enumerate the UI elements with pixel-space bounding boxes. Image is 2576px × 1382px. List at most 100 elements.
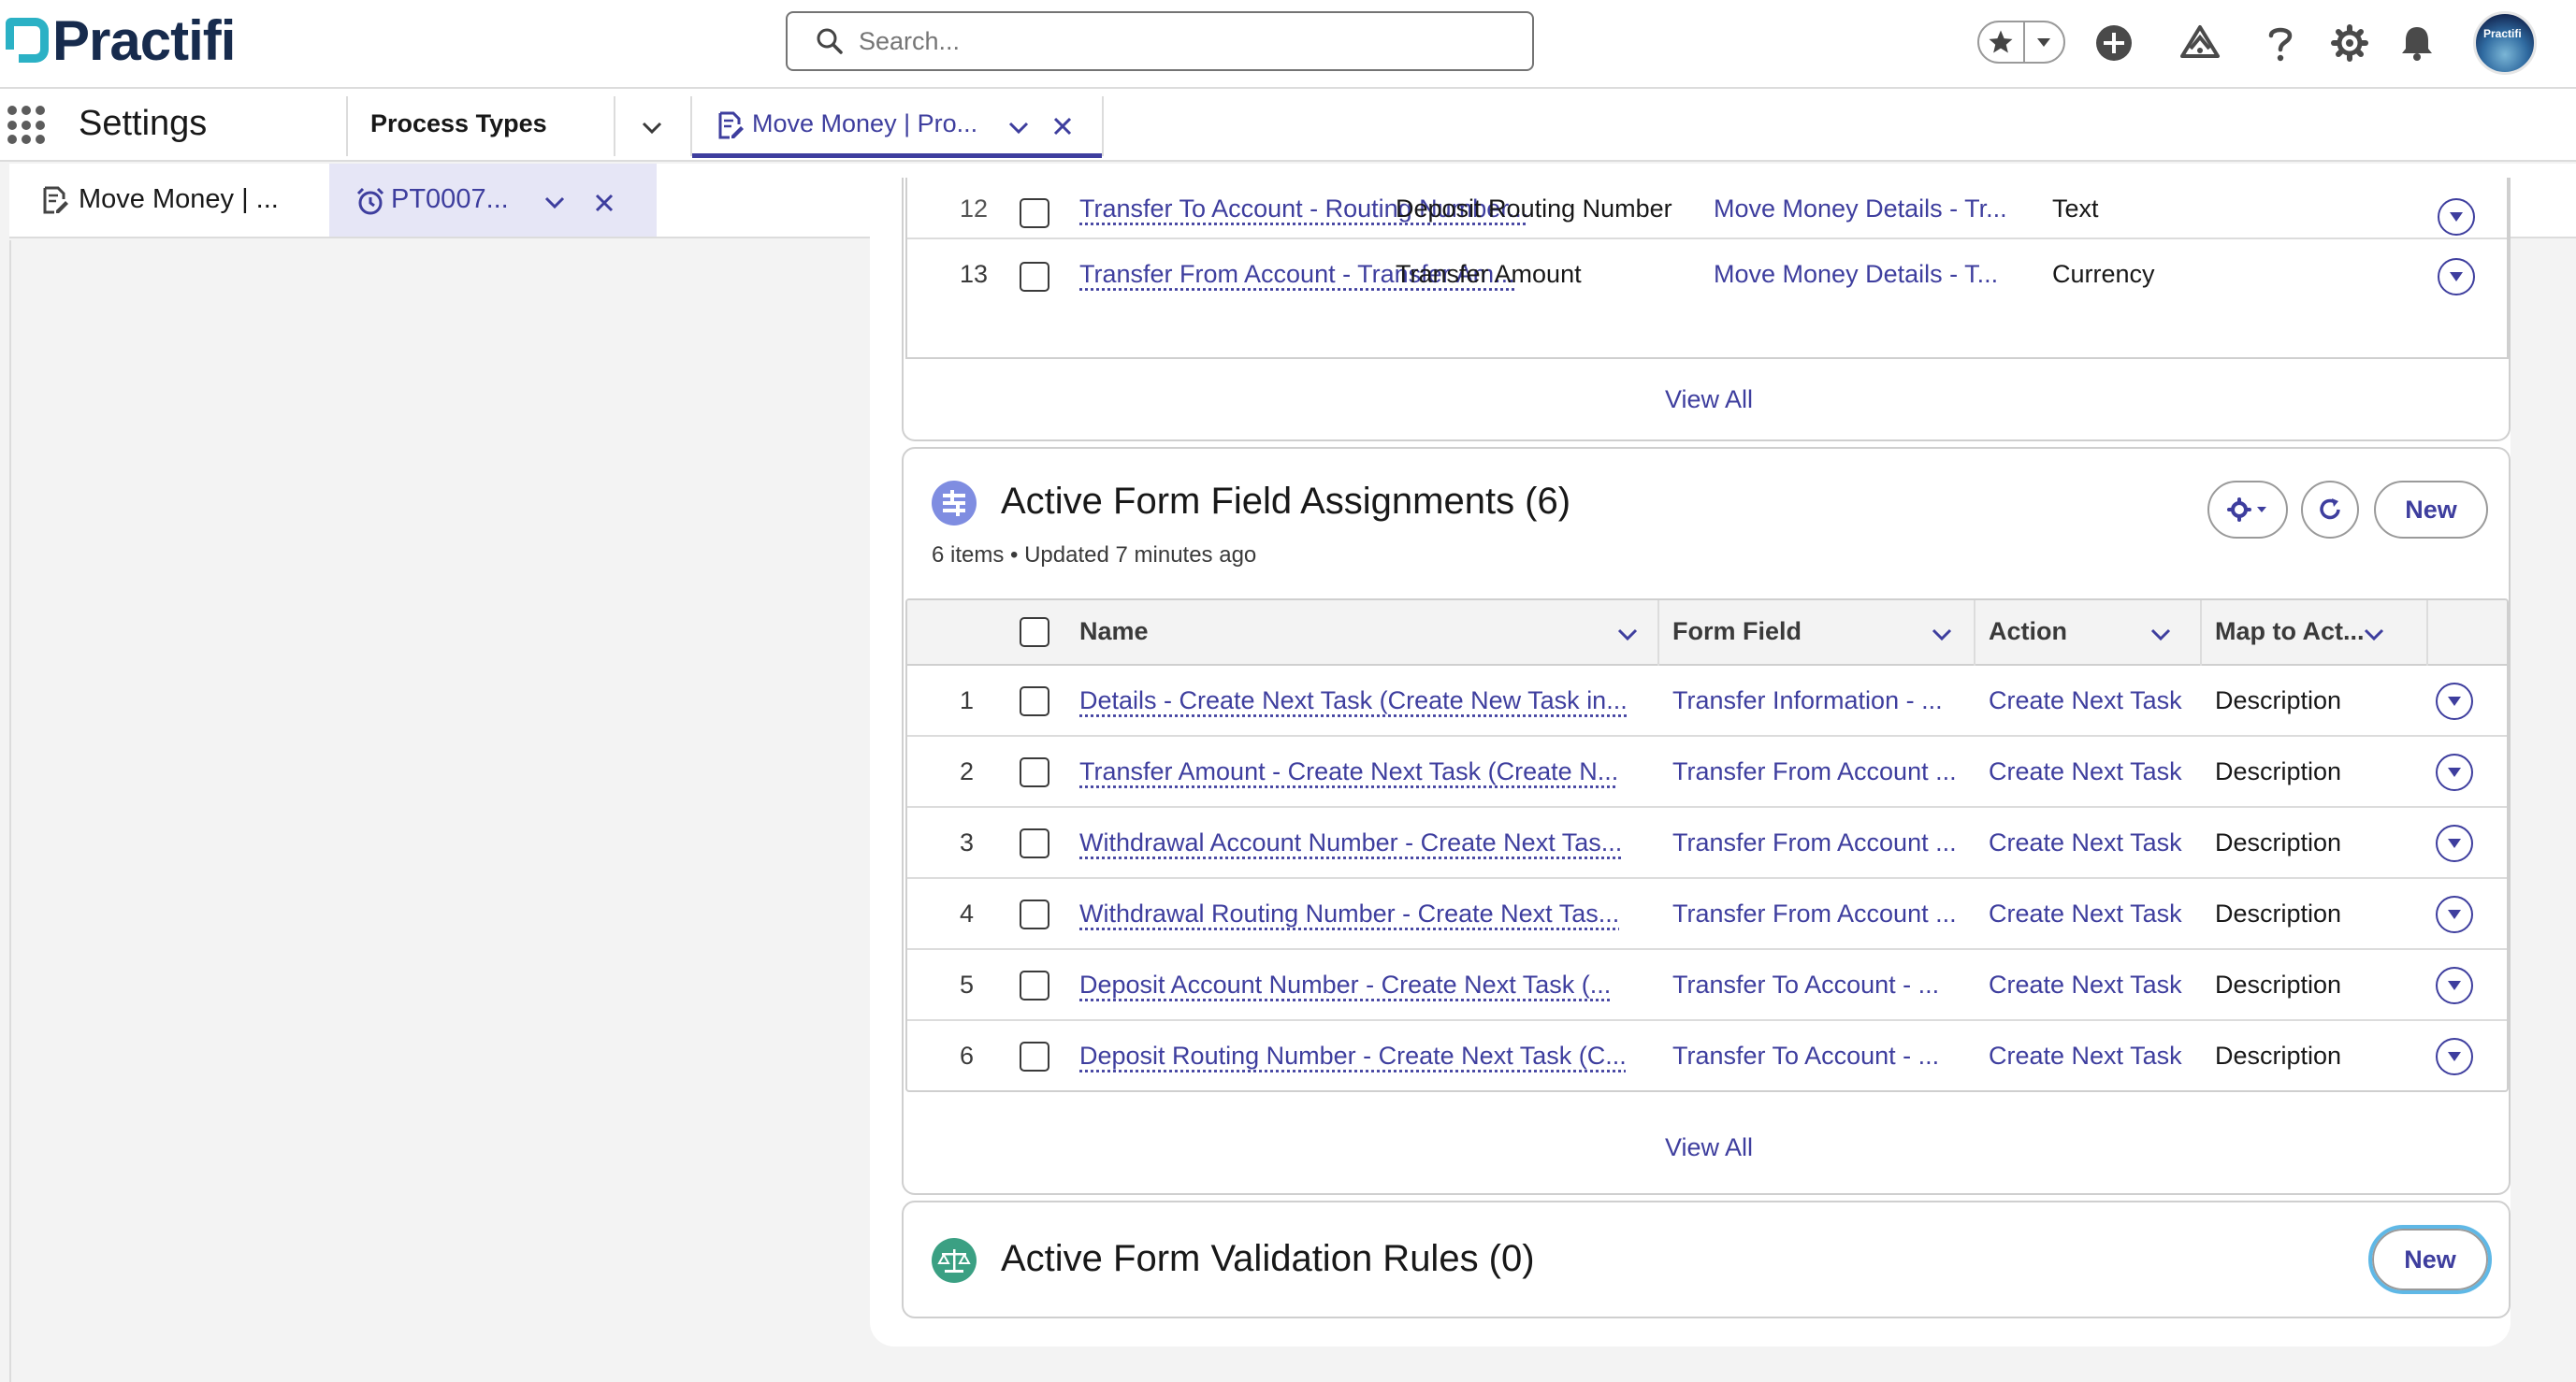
row-action-menu[interactable] bbox=[2436, 825, 2473, 862]
chevron-down-icon bbox=[2448, 697, 2461, 706]
column-sort-chevron-icon[interactable] bbox=[1614, 621, 1641, 647]
row-form-field-link[interactable]: Transfer From Account ... bbox=[1672, 828, 1957, 857]
row-number: 12 bbox=[960, 194, 989, 223]
column-sort-chevron-icon[interactable] bbox=[2148, 621, 2174, 647]
table-row: 2 Transfer Amount - Create Next Task (Cr… bbox=[907, 737, 2507, 808]
row-name-link[interactable]: Withdrawal Routing Number - Create Next … bbox=[1079, 900, 1619, 929]
assignments-title[interactable]: Active Form Field Assignments (6) bbox=[1001, 481, 1570, 523]
search-input[interactable] bbox=[859, 26, 1513, 56]
close-subtab-icon[interactable] bbox=[593, 192, 615, 214]
form-fields-related-list: 12 Transfer To Account - Routing Number.… bbox=[902, 178, 2511, 441]
row-action-link[interactable]: Create Next Task bbox=[1989, 971, 2182, 1000]
column-sort-chevron-icon[interactable] bbox=[1929, 621, 1955, 647]
validation-rules-title[interactable]: Active Form Validation Rules (0) bbox=[1001, 1238, 1535, 1280]
help-icon[interactable] bbox=[2254, 17, 2307, 69]
column-header-label: Action bbox=[1989, 617, 2067, 645]
row-form-field-link[interactable]: Transfer From Account ... bbox=[1672, 900, 1957, 929]
row-number: 2 bbox=[960, 757, 975, 785]
row-form-field-link[interactable]: Transfer From Account ... bbox=[1672, 757, 1957, 786]
row-action-menu[interactable] bbox=[2438, 198, 2475, 236]
gear-dropdown-icon bbox=[2227, 497, 2266, 522]
subtab-move-money[interactable]: Move Money | ... bbox=[9, 164, 329, 237]
row-checkbox[interactable] bbox=[1020, 757, 1049, 787]
row-name-link[interactable]: Transfer Amount - Create Next Task (Crea… bbox=[1079, 757, 1618, 786]
column-header-name[interactable]: Name bbox=[1066, 600, 1659, 666]
new-assignment-button[interactable]: New bbox=[2374, 481, 2488, 539]
favorites-button-group[interactable] bbox=[1977, 21, 2065, 64]
row-name-link[interactable]: Withdrawal Account Number - Create Next … bbox=[1079, 828, 1622, 857]
row-number: 6 bbox=[960, 1042, 975, 1070]
avatar[interactable]: Practifi bbox=[2473, 11, 2537, 75]
new-button-label: New bbox=[2405, 495, 2457, 524]
column-header-form-field[interactable]: Form Field bbox=[1659, 600, 1974, 666]
practifi-logo[interactable]: Practifi bbox=[6, 9, 236, 72]
row-form-field-link[interactable]: Transfer To Account - ... bbox=[1672, 1042, 1939, 1071]
row-action-link[interactable]: Create Next Task bbox=[1989, 686, 2182, 715]
row-name-link[interactable]: Details - Create Next Task (Create New T… bbox=[1079, 686, 1628, 715]
row-action-menu[interactable] bbox=[2438, 258, 2475, 295]
row-checkbox[interactable] bbox=[1020, 1042, 1049, 1072]
table-row: 5 Deposit Account Number - Create Next T… bbox=[907, 950, 2507, 1021]
view-all-link[interactable]: View All bbox=[1665, 385, 1753, 414]
row-action-menu[interactable] bbox=[2436, 896, 2473, 933]
trailhead-icon[interactable] bbox=[2174, 17, 2226, 69]
row-form-field-link[interactable]: Transfer Information - ... bbox=[1672, 686, 1943, 715]
nav-tab-move-money[interactable]: Move Money | Pro... bbox=[692, 89, 1102, 158]
nav-item-chevron-down-icon[interactable] bbox=[638, 113, 666, 141]
row-action-link[interactable]: Create Next Task bbox=[1989, 828, 2182, 857]
table-header: Name Form Field Action Map to Act... bbox=[907, 600, 2507, 666]
row-action-link[interactable]: Create Next Task bbox=[1989, 1042, 2182, 1071]
chevron-down-icon bbox=[2448, 1052, 2461, 1061]
chevron-down-icon bbox=[2448, 981, 2461, 990]
row-checkbox[interactable] bbox=[1020, 828, 1049, 858]
row-map-to-activity: Description bbox=[2215, 900, 2342, 928]
subtab-pt0007[interactable]: PT0007... bbox=[329, 164, 657, 237]
row-checkbox[interactable] bbox=[1020, 262, 1049, 292]
nav-divider bbox=[346, 96, 348, 156]
row-section-link[interactable]: Move Money Details - Tr... bbox=[1714, 194, 2007, 223]
view-all-link[interactable]: View All bbox=[1665, 1133, 1753, 1162]
row-name-link[interactable]: Deposit Routing Number - Create Next Tas… bbox=[1079, 1042, 1627, 1071]
row-checkbox[interactable] bbox=[1020, 900, 1049, 929]
row-action-menu[interactable] bbox=[2436, 683, 2473, 720]
row-action-link[interactable]: Create Next Task bbox=[1989, 757, 2182, 786]
row-action-menu[interactable] bbox=[2436, 754, 2473, 791]
setup-gear-icon[interactable] bbox=[2323, 17, 2376, 69]
list-settings-button[interactable] bbox=[2207, 481, 2288, 539]
table-row: 13 Transfer From Account - Transfer Am..… bbox=[907, 239, 2507, 310]
row-checkbox[interactable] bbox=[1020, 971, 1049, 1001]
row-name-link[interactable]: Deposit Account Number - Create Next Tas… bbox=[1079, 971, 1611, 1000]
chevron-down-icon bbox=[2450, 272, 2463, 281]
column-header-action[interactable]: Action bbox=[1975, 600, 2200, 666]
validation-rules-icon bbox=[932, 1238, 977, 1283]
chevron-down-icon[interactable] bbox=[2025, 22, 2063, 63]
app-launcher-icon[interactable] bbox=[7, 106, 47, 145]
add-icon[interactable] bbox=[2088, 17, 2140, 69]
chevron-down-icon bbox=[2448, 768, 2461, 777]
select-all-checkbox[interactable] bbox=[1020, 617, 1049, 647]
row-map-to-activity: Description bbox=[2215, 971, 2342, 999]
row-action-link[interactable]: Create Next Task bbox=[1989, 900, 2182, 929]
new-validation-rule-button[interactable]: New bbox=[2368, 1225, 2492, 1294]
refresh-button[interactable] bbox=[2301, 481, 2359, 539]
tab-chevron-down-icon[interactable] bbox=[1005, 113, 1033, 141]
column-header-label: Form Field bbox=[1672, 617, 1802, 645]
close-tab-icon[interactable] bbox=[1051, 115, 1074, 137]
row-action-menu[interactable] bbox=[2436, 1038, 2473, 1075]
notifications-bell-icon[interactable] bbox=[2391, 17, 2443, 69]
form-assignments-icon bbox=[932, 481, 977, 525]
favorites-star-icon[interactable] bbox=[1979, 22, 2025, 63]
chevron-down-icon bbox=[2448, 910, 2461, 919]
row-action-menu[interactable] bbox=[2436, 967, 2473, 1004]
subtab-label: Move Money | ... bbox=[79, 184, 279, 214]
global-search[interactable] bbox=[786, 11, 1534, 71]
subtab-chevron-down-icon[interactable] bbox=[541, 188, 569, 216]
row-checkbox[interactable] bbox=[1020, 686, 1049, 716]
row-checkbox[interactable] bbox=[1020, 198, 1049, 228]
nav-item-process-types[interactable]: Process Types bbox=[370, 109, 547, 138]
column-header-map-to-activity[interactable]: Map to Act... bbox=[2202, 600, 2426, 666]
column-sort-chevron-icon[interactable] bbox=[2361, 621, 2387, 647]
row-section-link[interactable]: Move Money Details - T... bbox=[1714, 260, 1998, 289]
row-form-field-link[interactable]: Transfer To Account - ... bbox=[1672, 971, 1939, 1000]
table-row: 1 Details - Create Next Task (Create New… bbox=[907, 666, 2507, 737]
